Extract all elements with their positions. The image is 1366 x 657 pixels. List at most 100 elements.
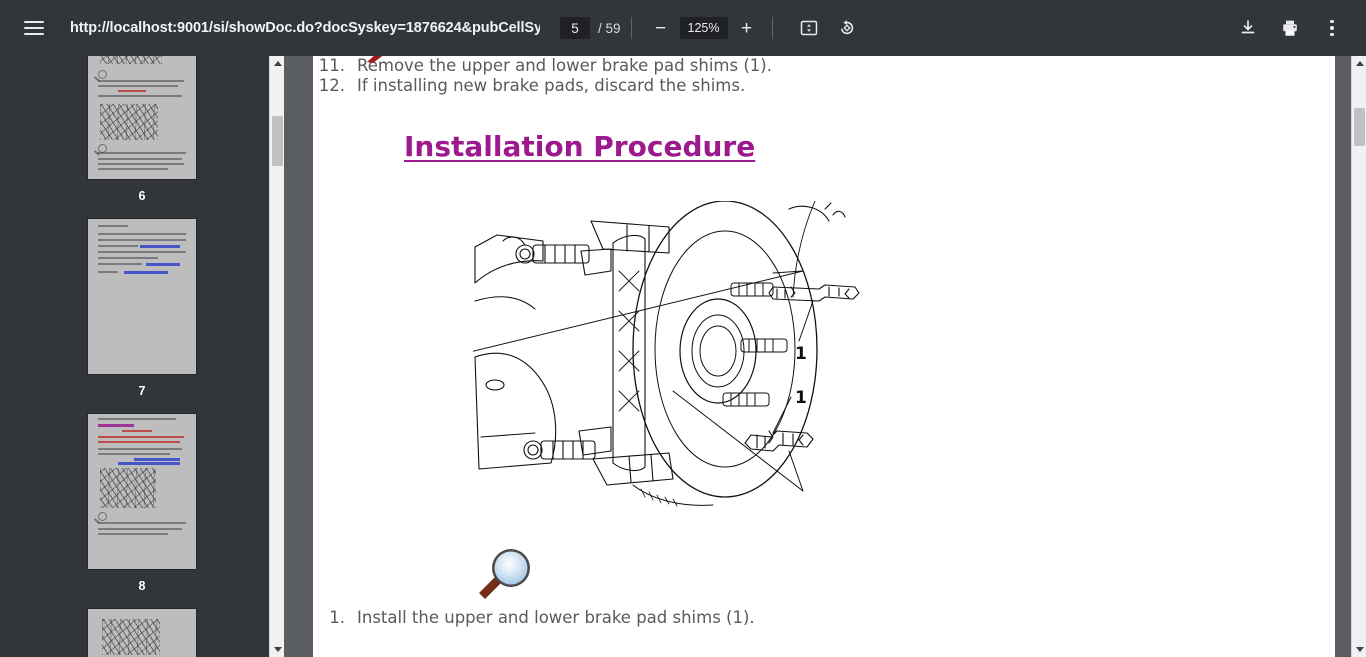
sidebar-scroll-up-button[interactable] xyxy=(270,56,284,71)
zoom-out-button[interactable]: − xyxy=(646,13,676,43)
thumbnail-text-line xyxy=(98,251,186,253)
clipped-red-arrow-graphic xyxy=(365,56,391,64)
hamburger-line xyxy=(24,27,44,29)
sidebar-scroll-down-button[interactable] xyxy=(270,642,284,657)
print-button[interactable] xyxy=(1274,12,1306,44)
scroll-up-arrow-icon xyxy=(273,61,282,66)
thumbnail-text-line xyxy=(98,152,186,154)
thumbnail-text-line xyxy=(98,168,168,170)
thumbnail-figure xyxy=(100,468,156,508)
main-scrollbar-thumb[interactable] xyxy=(1354,108,1365,146)
hamburger-menu-icon[interactable] xyxy=(16,10,52,46)
thumbnail-text-line xyxy=(140,245,180,248)
fit-to-page-button[interactable] xyxy=(793,12,825,44)
pdf-viewer-body: 6789 11.Remove the upper and lower bra xyxy=(0,56,1366,657)
thumbnail-page-number: 7 xyxy=(138,384,146,398)
thumbnail-text-line xyxy=(98,522,186,524)
hamburger-line xyxy=(24,33,44,35)
thumbnail-page-7[interactable] xyxy=(88,219,196,374)
thumbnail-page-6[interactable] xyxy=(88,56,196,179)
download-icon xyxy=(1241,20,1255,34)
sidebar-scrollbar[interactable] xyxy=(269,56,284,657)
sidebar-scrollbar-thumb[interactable] xyxy=(272,116,283,166)
thumbnail-text-line xyxy=(98,441,180,443)
thumbnail-block: 9 xyxy=(0,593,284,657)
thumbnail-text-line xyxy=(134,458,180,461)
figure-callout-2: 1 xyxy=(795,388,807,408)
print-icon xyxy=(1283,20,1297,36)
thumbnail-text-line xyxy=(98,263,142,265)
hamburger-line xyxy=(24,21,44,23)
toolbar-divider xyxy=(771,17,773,39)
download-button[interactable] xyxy=(1232,12,1264,44)
thumbnail-text-line xyxy=(122,430,152,432)
toolbar-divider xyxy=(630,17,632,39)
thumbnail-text-line xyxy=(98,257,158,259)
thumbnail-figure xyxy=(100,56,162,64)
pdf-toolbar: http://localhost:9001/si/showDoc.do?docS… xyxy=(0,0,1366,56)
document-area[interactable]: 11. Remove the upper and lower brake pad … xyxy=(284,56,1366,657)
thumbnail-text-line xyxy=(98,225,128,227)
step-text: If installing new brake pads, discard th… xyxy=(357,76,746,95)
thumbnail-text-line xyxy=(146,263,180,266)
more-options-kebab-icon xyxy=(1330,19,1334,37)
fit-to-page-icon xyxy=(800,20,817,36)
step-number: 12. xyxy=(318,76,345,95)
thumbnail-text-line xyxy=(98,163,184,165)
thumbnail-text-line xyxy=(98,95,182,97)
page-number-input[interactable] xyxy=(560,17,590,39)
thumbnail-text-line xyxy=(98,448,182,450)
document-url: http://localhost:9001/si/showDoc.do?docS… xyxy=(70,20,540,36)
thumbnail-page-number: 8 xyxy=(138,579,146,593)
thumbnail-text-line xyxy=(98,245,138,247)
thumbnail-figure xyxy=(102,619,160,655)
step-item: 11. Remove the upper and lower brake pad … xyxy=(313,56,1335,76)
thumbnail-block: 6 xyxy=(0,56,284,203)
toolbar-right-actions xyxy=(1232,12,1348,44)
thumbnail-text-line xyxy=(118,462,180,465)
thumbnail-list: 6 7 89 xyxy=(0,56,284,657)
kebab-dot xyxy=(1330,32,1334,37)
thumbnail-text-line xyxy=(98,528,182,530)
zoom-level-display[interactable]: 125% xyxy=(679,17,728,39)
figure-callout-1: 1 xyxy=(795,344,807,364)
step-item: 12. If installing new brake pads, discard… xyxy=(313,76,1335,96)
thumbnail-sidebar: 6 7 89 xyxy=(0,56,284,657)
thumbnail-text-line xyxy=(98,533,168,535)
thumbnail-text-line xyxy=(124,271,168,274)
step-item: 1. Install the upper and lower brake pad … xyxy=(313,608,1335,628)
rotate-button[interactable] xyxy=(831,12,863,44)
thumbnail-block: 8 xyxy=(0,398,284,593)
view-tools xyxy=(793,12,863,44)
kebab-dot xyxy=(1330,26,1334,30)
thumbnail-block: 7 xyxy=(0,203,284,398)
main-scroll-up-button[interactable] xyxy=(1352,56,1366,71)
thumbnail-text-line xyxy=(98,424,134,427)
brake-assembly-diagram: 1 1 xyxy=(432,200,893,516)
kebab-dot xyxy=(1330,19,1334,24)
scroll-up-arrow-icon xyxy=(1355,61,1364,66)
main-scrollbar[interactable] xyxy=(1351,56,1366,657)
pdf-page: 11. Remove the upper and lower brake pad … xyxy=(313,56,1335,657)
thumbnail-page-8[interactable] xyxy=(88,414,196,569)
step-text: Remove the upper and lower brake pad shi… xyxy=(357,56,772,75)
magnifying-glass-icon xyxy=(473,547,1335,608)
main-scroll-down-button[interactable] xyxy=(1352,642,1366,657)
thumbnail-text-line xyxy=(98,158,182,160)
thumbnail-page-number: 6 xyxy=(138,189,146,203)
page-heading[interactable]: Installation Procedure xyxy=(404,130,755,163)
zoom-controls: − 125% + xyxy=(646,13,762,43)
steps-list-bottom: 1. Install the upper and lower brake pad … xyxy=(313,608,1335,628)
thumbnail-page-9[interactable] xyxy=(88,609,196,657)
step-text: Install the upper and lower brake pad sh… xyxy=(357,608,755,627)
thumbnail-magnifier xyxy=(98,512,107,521)
zoom-in-button[interactable]: + xyxy=(732,13,762,43)
thumbnail-text-line xyxy=(118,90,146,92)
thumbnail-text-line xyxy=(98,239,186,241)
figure-container: 1 1 xyxy=(313,200,1335,521)
page-content: 11. Remove the upper and lower brake pad … xyxy=(313,56,1335,628)
scroll-down-arrow-icon xyxy=(1355,647,1364,652)
more-options-button[interactable] xyxy=(1316,12,1348,44)
page-total-label: / 59 xyxy=(598,20,621,36)
thumbnail-text-line xyxy=(98,80,184,82)
